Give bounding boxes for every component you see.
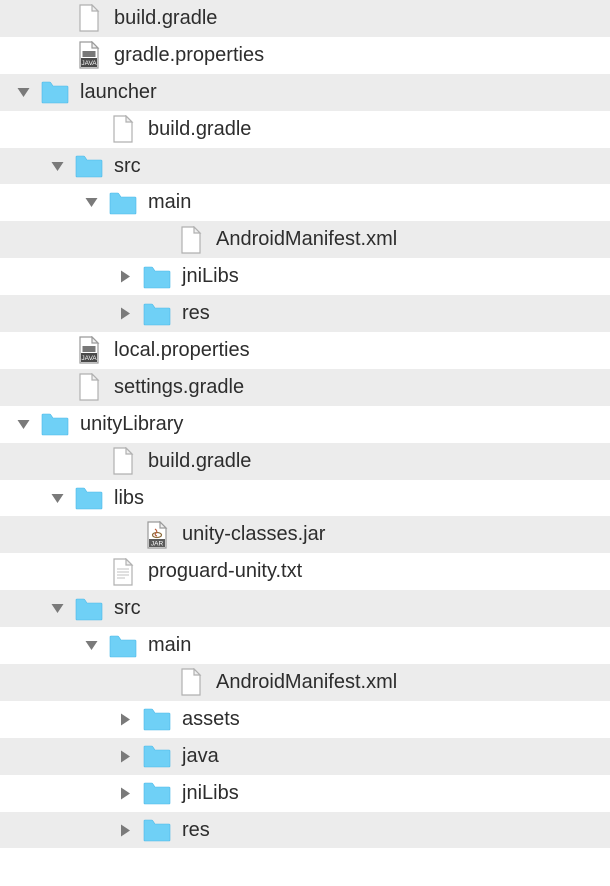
- tree-item-label: unityLibrary: [80, 413, 610, 436]
- disclosure-arrow-right-icon[interactable]: [110, 749, 140, 764]
- tree-item-label: main: [148, 191, 610, 214]
- tree-row[interactable]: res: [0, 295, 610, 332]
- tree-item-label: libs: [114, 487, 610, 510]
- tree-row[interactable]: main: [0, 627, 610, 664]
- tree-item-label: AndroidManifest.xml: [216, 228, 610, 251]
- file-tree: build.gradle JAVA gradle.properties launche…: [0, 0, 610, 848]
- folder-icon: [140, 302, 174, 326]
- tree-item-label: build.gradle: [114, 7, 610, 30]
- tree-row[interactable]: src: [0, 148, 610, 185]
- tree-row[interactable]: main: [0, 184, 610, 221]
- tree-item-label: main: [148, 634, 610, 657]
- tree-item-label: gradle.properties: [114, 44, 610, 67]
- tree-row[interactable]: src: [0, 590, 610, 627]
- jar-icon: JAR: [140, 521, 174, 549]
- tree-row[interactable]: assets: [0, 701, 610, 738]
- file-icon: [174, 668, 208, 696]
- disclosure-arrow-down-icon[interactable]: [42, 601, 72, 616]
- tree-item-label: proguard-unity.txt: [148, 560, 610, 583]
- tree-item-label: java: [182, 745, 610, 768]
- tree-row[interactable]: build.gradle: [0, 111, 610, 148]
- tree-item-label: AndroidManifest.xml: [216, 671, 610, 694]
- disclosure-arrow-down-icon[interactable]: [8, 417, 38, 432]
- svg-text:JAVA: JAVA: [81, 60, 97, 67]
- disclosure-arrow-right-icon[interactable]: [110, 269, 140, 284]
- tree-row[interactable]: unityLibrary: [0, 406, 610, 443]
- tree-item-label: unity-classes.jar: [182, 523, 610, 546]
- tree-row[interactable]: JAVA local.properties: [0, 332, 610, 369]
- tree-row[interactable]: settings.gradle: [0, 369, 610, 406]
- tree-row[interactable]: JAVA gradle.properties: [0, 37, 610, 74]
- file-icon: [106, 447, 140, 475]
- tree-row[interactable]: proguard-unity.txt: [0, 553, 610, 590]
- tree-row[interactable]: AndroidManifest.xml: [0, 664, 610, 701]
- tree-item-label: build.gradle: [148, 118, 610, 141]
- tree-item-label: settings.gradle: [114, 376, 610, 399]
- tree-row[interactable]: jniLibs: [0, 258, 610, 295]
- disclosure-arrow-down-icon[interactable]: [8, 85, 38, 100]
- tree-row[interactable]: jniLibs: [0, 775, 610, 812]
- file-icon: [72, 373, 106, 401]
- tree-item-label: assets: [182, 708, 610, 731]
- disclosure-arrow-down-icon[interactable]: [42, 159, 72, 174]
- tree-item-label: src: [114, 155, 610, 178]
- folder-icon: [140, 707, 174, 731]
- svg-text:JAR: JAR: [151, 540, 164, 547]
- disclosure-arrow-right-icon[interactable]: [110, 786, 140, 801]
- tree-row[interactable]: java: [0, 738, 610, 775]
- prop-icon: JAVA: [72, 336, 106, 364]
- tree-item-label: res: [182, 819, 610, 842]
- tree-item-label: launcher: [80, 81, 610, 104]
- tree-row[interactable]: build.gradle: [0, 443, 610, 480]
- tree-item-label: res: [182, 302, 610, 325]
- folder-icon: [140, 265, 174, 289]
- prop-icon: JAVA: [72, 41, 106, 69]
- folder-icon: [140, 781, 174, 805]
- folder-icon: [38, 80, 72, 104]
- folder-icon: [72, 597, 106, 621]
- disclosure-arrow-down-icon[interactable]: [42, 491, 72, 506]
- folder-icon: [38, 412, 72, 436]
- tree-row[interactable]: res: [0, 812, 610, 849]
- file-icon: [106, 115, 140, 143]
- tree-item-label: local.properties: [114, 339, 610, 362]
- disclosure-arrow-right-icon[interactable]: [110, 306, 140, 321]
- folder-icon: [106, 634, 140, 658]
- folder-icon: [140, 744, 174, 768]
- folder-icon: [72, 486, 106, 510]
- svg-text:JAVA: JAVA: [81, 355, 97, 362]
- disclosure-arrow-right-icon[interactable]: [110, 823, 140, 838]
- file-icon: [72, 4, 106, 32]
- tree-row[interactable]: libs: [0, 480, 610, 517]
- text-icon: [106, 558, 140, 586]
- disclosure-arrow-down-icon[interactable]: [76, 638, 106, 653]
- tree-item-label: src: [114, 597, 610, 620]
- tree-item-label: jniLibs: [182, 782, 610, 805]
- tree-item-label: jniLibs: [182, 265, 610, 288]
- folder-icon: [106, 191, 140, 215]
- disclosure-arrow-down-icon[interactable]: [76, 195, 106, 210]
- folder-icon: [72, 154, 106, 178]
- file-icon: [174, 226, 208, 254]
- tree-row[interactable]: launcher: [0, 74, 610, 111]
- tree-row[interactable]: build.gradle: [0, 0, 610, 37]
- tree-item-label: build.gradle: [148, 450, 610, 473]
- disclosure-arrow-right-icon[interactable]: [110, 712, 140, 727]
- folder-icon: [140, 818, 174, 842]
- tree-row[interactable]: AndroidManifest.xml: [0, 221, 610, 258]
- tree-row[interactable]: JAR unity-classes.jar: [0, 516, 610, 553]
